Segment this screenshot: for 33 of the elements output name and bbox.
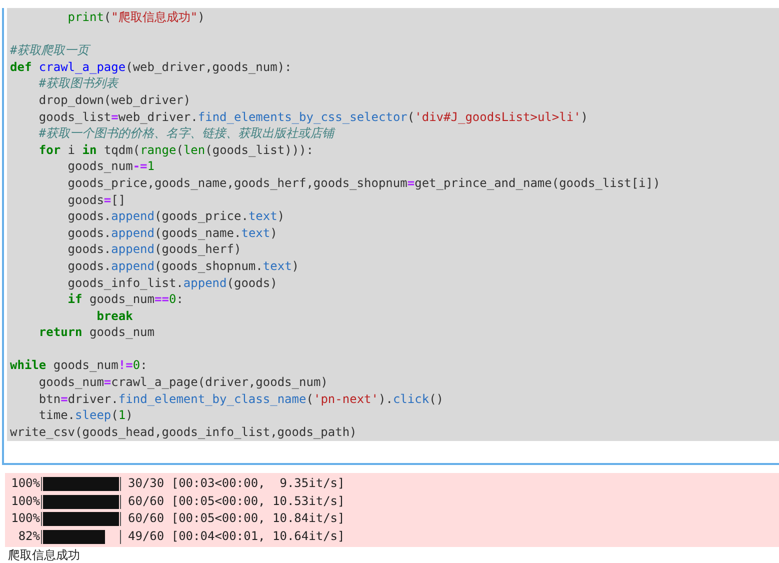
code-line: goods.append(goods_price.text) [66, 208, 285, 225]
code-line: if goods_num==0: [66, 291, 184, 308]
progress-percent: 82% [17, 528, 40, 545]
progress-percent: 100% [10, 492, 40, 510]
code-line: goods.append(goods_shopnum.text) [66, 258, 300, 274]
code-line: goods_info_list.append(goods) [66, 274, 278, 292]
code-line: def crawl_a_page(web_driver,goods_num): [9, 58, 292, 76]
code-line: break [96, 308, 133, 324]
code-line: btn=driver.find_element_by_class_name('pn-next').click() [38, 390, 444, 408]
progress-percent: 100% [10, 510, 40, 528]
progress-stats: 49/60 [00:04<00:01, 10.64it/s] [128, 528, 345, 545]
code-line: #获取图书列表 [38, 75, 118, 92]
code-line: goods.append(goods_name.text) [66, 224, 278, 242]
progress-percent: 100% [10, 475, 40, 492]
output-text: 爬取信息成功 [8, 547, 80, 563]
code-line: write_csv(goods_head,goods_info_list,goods_path) [9, 424, 357, 440]
code-line: while goods_num!=0: [9, 357, 148, 374]
progress-stats: 60/60 [00:05<00:00, 10.53it/s] [128, 492, 345, 510]
code-line: #获取一个图书的价格、名字、链接、获取出版社或店铺 [38, 125, 334, 142]
code-line: goods_num=crawl_a_page(driver,goods_num) [38, 374, 328, 391]
code-line: drop_down(web_driver) [38, 92, 191, 109]
code-line: goods_price,goods_name,goods_herf,goods_shopnum=get_prince_and_name(goods_list[i]) [66, 174, 660, 192]
code-line: #获取爬取一页 [9, 42, 90, 59]
code-line: for i in tqdm(range(len(goods_list))): [38, 142, 314, 158]
code-line: goods.append(goods_herf) [66, 241, 242, 258]
code-line: return goods_num [38, 324, 154, 341]
code-line: goods=[] [66, 192, 126, 208]
code-line: goods_num-=1 [66, 158, 155, 175]
code-line: goods_list=web_driver.find_elements_by_css_selector('div#J_goodsList>ul>li') [38, 108, 588, 126]
progress-stats: 60/60 [00:05<00:00, 10.84it/s] [128, 510, 345, 528]
progress-stats: 30/30 [00:03<00:00, 9.35it/s] [128, 475, 345, 492]
code-line: print("爬取信息成功") [66, 9, 205, 26]
code-line: time.sleep(1) [38, 407, 133, 424]
